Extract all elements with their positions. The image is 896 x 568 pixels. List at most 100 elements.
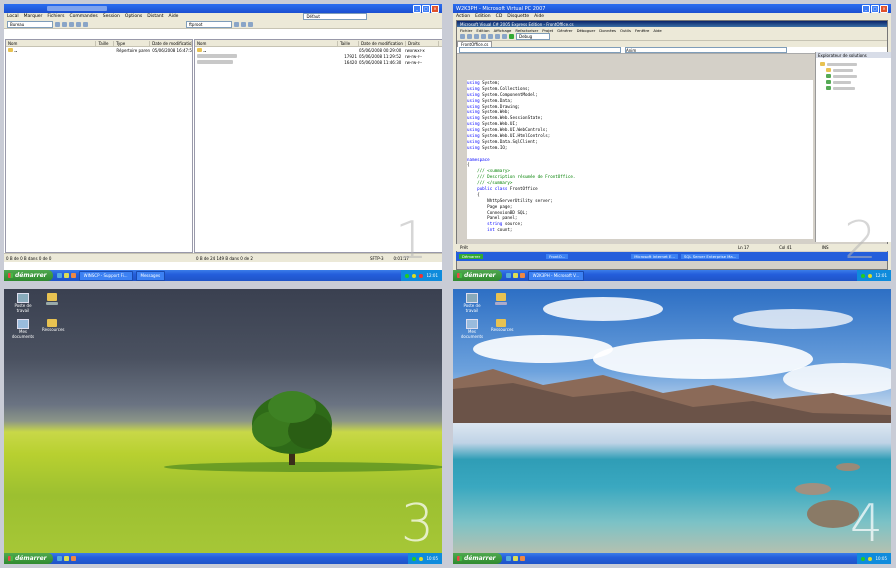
local-file-pane[interactable]: Nom Taille Type Date de modification .. … [5,39,193,253]
security-icon[interactable] [412,273,417,278]
ie-icon[interactable] [56,556,62,561]
menu-distant[interactable]: Distant [147,14,163,19]
explorer-icon[interactable] [512,556,518,561]
open-icon[interactable] [467,34,472,39]
col-rights[interactable]: Droits [406,40,439,46]
vs-menu-refactoriser[interactable]: Refactoriser [515,28,538,33]
menu-options[interactable]: Options [125,14,142,19]
desktop-icon-folder-2[interactable]: Ressources [491,319,514,332]
menu-commandes[interactable]: Commandes [69,14,97,19]
maximize-button[interactable]: □ [871,4,879,13]
vs-menu-fichier[interactable]: Fichier [460,28,472,33]
remote-row[interactable]: .. 05/06/2008 00:29:00 rwxrwxr-x [195,47,442,53]
refresh-icon[interactable] [76,21,81,27]
network-icon[interactable] [861,556,866,561]
network-icon[interactable] [861,273,866,278]
vs-menu-edition[interactable]: Edition [476,28,489,33]
desktop-icon-documents[interactable]: Mes documents [457,319,487,339]
explorer-icon[interactable] [63,556,69,561]
col-name[interactable]: Nom [6,40,97,46]
explorer-icon[interactable] [63,273,69,278]
remote-home-icon[interactable] [248,21,253,27]
desktop-icon-computer[interactable]: Poste de travail [457,293,487,313]
local-row-parent[interactable]: .. Répertoire parent 05/06/2008 16:47:56 [6,47,192,53]
forward-icon[interactable] [62,21,67,27]
minimize-button[interactable]: _ [862,4,870,13]
close-button[interactable]: × [431,4,439,13]
type-select[interactable] [459,47,621,53]
app-icon[interactable] [519,273,525,278]
col-type[interactable]: Type [114,40,151,46]
menu-action[interactable]: Action [456,14,470,19]
col-size[interactable]: Taille [338,40,359,46]
left-path-select[interactable]: Bureau [7,20,53,28]
remote-row[interactable]: 17921 05/06/2008 11:29:52 rw-rw-r-- [195,53,442,59]
app-icon[interactable] [70,273,76,278]
solution-tree[interactable] [816,58,891,94]
ie-icon[interactable] [505,273,511,278]
cut-icon[interactable] [481,34,486,39]
menu-aide[interactable]: Aide [168,14,178,19]
menu-cd[interactable]: CD [496,14,503,19]
winscp-titlebar[interactable]: _ □ × [4,4,442,13]
vs-menu-deboguer[interactable]: Déboguer [577,28,596,33]
up-folder-icon[interactable] [69,21,74,27]
col-size[interactable]: Taille [96,40,115,46]
clock[interactable]: 10:05 [875,556,887,561]
col-date[interactable]: Date de modification [359,40,406,46]
clock[interactable]: 10:05 [426,556,438,561]
menu-fichiers[interactable]: Fichiers [47,14,64,19]
run-icon[interactable] [509,34,514,39]
menu-aide[interactable]: Aide [534,14,544,19]
vs-menu-donnees[interactable]: Données [599,28,616,33]
vpc-titlebar[interactable]: W2K3PH - Microsoft Virtual PC 2007 _ □ × [453,4,891,13]
new-icon[interactable] [460,34,465,39]
paste-icon[interactable] [495,34,500,39]
vs-menu-outils[interactable]: Outils [620,28,631,33]
ie-icon[interactable] [505,556,511,561]
vs-menu-generer[interactable]: Générer [557,28,572,33]
remote-row[interactable]: 16420 05/06/2008 11:46:30 rw-rw-r-- [195,59,442,65]
guest-task-frontoffice[interactable]: FrontO... [546,254,569,259]
guest-start-button[interactable]: Démarrer [459,254,484,259]
home-icon[interactable] [83,21,88,27]
security-icon[interactable] [868,556,873,561]
explorer-icon[interactable] [512,273,518,278]
alert-icon[interactable] [419,273,424,278]
guest-task-sql[interactable]: SQL Server Enterprise Ma... [681,254,740,259]
guest-task-ie[interactable]: Microsoft Internet E... [631,254,679,259]
network-icon[interactable] [405,273,410,278]
start-button[interactable]: démarrer [4,270,53,281]
config-select[interactable]: Debug [516,33,550,40]
vs-menu-affichage[interactable]: Affichage [494,28,512,33]
menu-local[interactable]: Local [7,14,19,19]
taskbar-winscp[interactable]: WINSCP - Support Fi... [78,270,133,281]
undo-icon[interactable] [502,34,507,39]
start-button[interactable]: démarrer [453,553,502,564]
security-icon[interactable] [419,556,424,561]
vs-menu-projet[interactable]: Projet [542,28,553,33]
desktop-icon-folder[interactable] [42,293,62,306]
clock[interactable]: 12:01 [875,273,887,278]
menu-edition[interactable]: Edition [475,14,491,19]
start-button[interactable]: démarrer [4,553,53,564]
remote-refresh-icon[interactable] [241,21,246,27]
close-button[interactable]: × [880,4,888,13]
profile-select[interactable]: Défaut [303,13,368,20]
clock[interactable]: 12:01 [426,273,438,278]
code-editor[interactable]: using System; using System.Collections; us… [467,80,813,239]
desktop-icon-folder-2[interactable]: Ressources [42,319,65,332]
col-date[interactable]: Date de modification [150,40,192,46]
menu-session[interactable]: Session [103,14,120,19]
copy-icon[interactable] [488,34,493,39]
security-icon[interactable] [868,273,873,278]
desktop-icon-folder[interactable] [491,293,511,306]
taskbar-virtual-pc[interactable]: W2K3PH - Microsoft V... [527,270,585,281]
remote-up-icon[interactable] [234,21,239,27]
back-icon[interactable] [55,21,60,27]
member-select[interactable]: Anim [625,47,787,53]
taskbar-messages[interactable]: Messages [135,270,166,281]
desktop-icon-documents[interactable]: Mes documents [8,319,38,339]
save-icon[interactable] [474,34,479,39]
minimize-button[interactable]: _ [413,4,421,13]
